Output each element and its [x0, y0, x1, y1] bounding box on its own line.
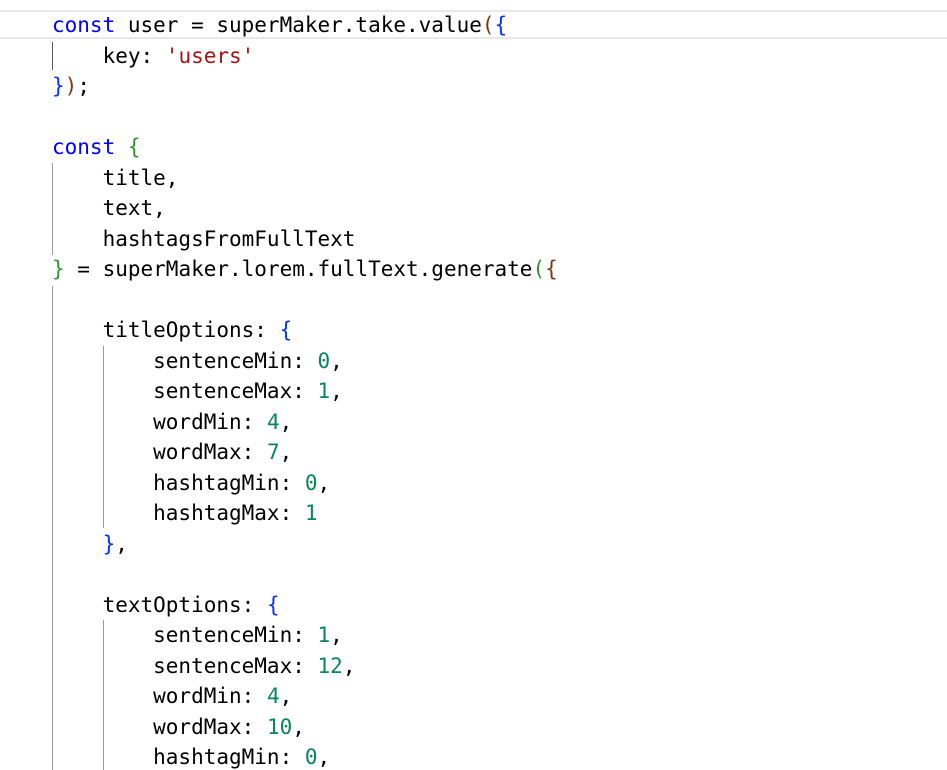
code-token-identifier: ,	[279, 684, 293, 708]
code-token-keyword: const	[52, 135, 116, 159]
code-line[interactable]: wordMax: 7,	[52, 437, 558, 468]
code-line[interactable]: });	[52, 71, 558, 102]
code-token-identifier: wordMax:	[52, 440, 267, 464]
code-token-identifier	[52, 532, 103, 556]
code-token-string: 'users'	[165, 43, 255, 68]
code-token-identifier: titleOptions:	[52, 318, 280, 342]
code-line[interactable]: text,	[52, 193, 558, 224]
code-line[interactable]: sentenceMax: 12,	[52, 651, 558, 682]
code-token-number: 7	[266, 440, 280, 464]
code-token-identifier: hashtagMin:	[52, 470, 305, 495]
code-token-identifier: sentenceMax:	[52, 379, 318, 403]
code-token-bracket-level1: }	[102, 531, 116, 556]
code-token-bracket-level2: (	[532, 257, 546, 281]
code-token-identifier: ,	[292, 714, 305, 739]
code-line[interactable]: hashtagMin: 0,	[52, 742, 558, 770]
code-line[interactable]: key: 'users'	[52, 41, 558, 72]
code-line[interactable]: title,	[52, 163, 558, 194]
code-line[interactable]	[52, 559, 558, 590]
code-editor[interactable]: const user = superMaker.take.value({ key…	[0, 0, 947, 770]
code-token-bracket-level3: (	[481, 13, 495, 37]
code-line[interactable]: sentenceMax: 1,	[52, 376, 558, 407]
code-token-identifier: ,	[330, 623, 343, 647]
code-token-number: 10	[266, 714, 293, 739]
code-token-identifier: text,	[52, 196, 166, 220]
code-token-identifier: ,	[342, 653, 356, 678]
code-line[interactable]	[52, 102, 558, 133]
code-line[interactable]: sentenceMin: 1,	[52, 620, 558, 651]
code-token-identifier: ,	[279, 440, 293, 464]
code-line[interactable]: wordMin: 4,	[52, 681, 558, 712]
code-token-identifier: wordMin:	[52, 684, 267, 708]
code-token-bracket-level1: {	[494, 13, 508, 37]
code-token-number: 4	[266, 684, 280, 708]
code-line[interactable]: wordMin: 4,	[52, 407, 558, 438]
code-token-bracket-level1: {	[266, 592, 280, 617]
code-token-number: 0	[304, 470, 318, 495]
code-token-identifier	[115, 135, 128, 159]
code-token-identifier: ,	[115, 531, 128, 556]
code-token-keyword: const	[52, 13, 116, 37]
code-line[interactable]: sentenceMin: 0,	[52, 346, 558, 377]
code-line[interactable]: },	[52, 529, 558, 560]
code-line[interactable]: } = superMaker.lorem.fullText.generate({	[52, 254, 558, 285]
code-line[interactable]: hashtagsFromFullText	[52, 224, 558, 255]
code-token-number: 1	[304, 501, 318, 525]
code-line[interactable]: hashtagMax: 1	[52, 498, 558, 529]
code-token-identifier: sentenceMin:	[52, 623, 318, 647]
code-line[interactable]: wordMax: 10,	[52, 712, 558, 743]
code-token-identifier: hashtagMax:	[52, 501, 305, 525]
code-token-identifier: hashtagMin:	[52, 745, 305, 769]
code-token-identifier: = superMaker.lorem.fullText.generate	[64, 257, 533, 281]
code-token-identifier: ,	[330, 379, 343, 403]
code-token-bracket-level2: {	[127, 135, 141, 159]
code-token-identifier: key:	[52, 43, 166, 68]
code-token-number: 0	[317, 348, 331, 373]
code-token-number: 0	[304, 745, 318, 769]
code-line[interactable]: const user = superMaker.take.value({	[52, 10, 558, 41]
code-text-area[interactable]: const user = superMaker.take.value({ key…	[52, 10, 558, 770]
code-token-bracket-level2: }	[52, 257, 65, 281]
code-line[interactable]: const {	[52, 132, 558, 163]
code-token-bracket-level3: {	[545, 257, 558, 281]
code-line[interactable]	[52, 285, 558, 316]
code-token-identifier: textOptions:	[52, 592, 267, 617]
code-token-number: 1	[317, 379, 331, 403]
code-line[interactable]: hashtagMin: 0,	[52, 468, 558, 499]
code-token-identifier: ,	[330, 348, 343, 373]
code-token-identifier: wordMax:	[52, 714, 267, 739]
code-token-bracket-level3: )	[64, 74, 78, 98]
code-line[interactable]: titleOptions: {	[52, 315, 558, 346]
code-token-number: 12	[317, 653, 343, 678]
code-token-bracket-level1: {	[279, 318, 293, 342]
code-token-identifier: wordMin:	[52, 409, 267, 434]
code-token-number: 1	[317, 623, 331, 647]
code-token-bracket-level1: }	[52, 74, 65, 98]
code-line[interactable]: textOptions: {	[52, 590, 558, 621]
code-token-identifier: ,	[279, 409, 293, 434]
code-token-identifier: ,	[317, 470, 331, 495]
code-token-identifier: title,	[52, 165, 179, 190]
code-token-number: 4	[266, 409, 280, 434]
code-token-identifier: ;	[77, 74, 90, 98]
code-token-identifier: hashtagsFromFullText	[52, 226, 356, 251]
code-token-identifier: user = superMaker.take.value	[115, 13, 482, 37]
code-token-identifier: sentenceMax:	[52, 653, 318, 678]
code-token-identifier: sentenceMin:	[52, 348, 318, 373]
code-token-identifier: ,	[317, 745, 331, 769]
